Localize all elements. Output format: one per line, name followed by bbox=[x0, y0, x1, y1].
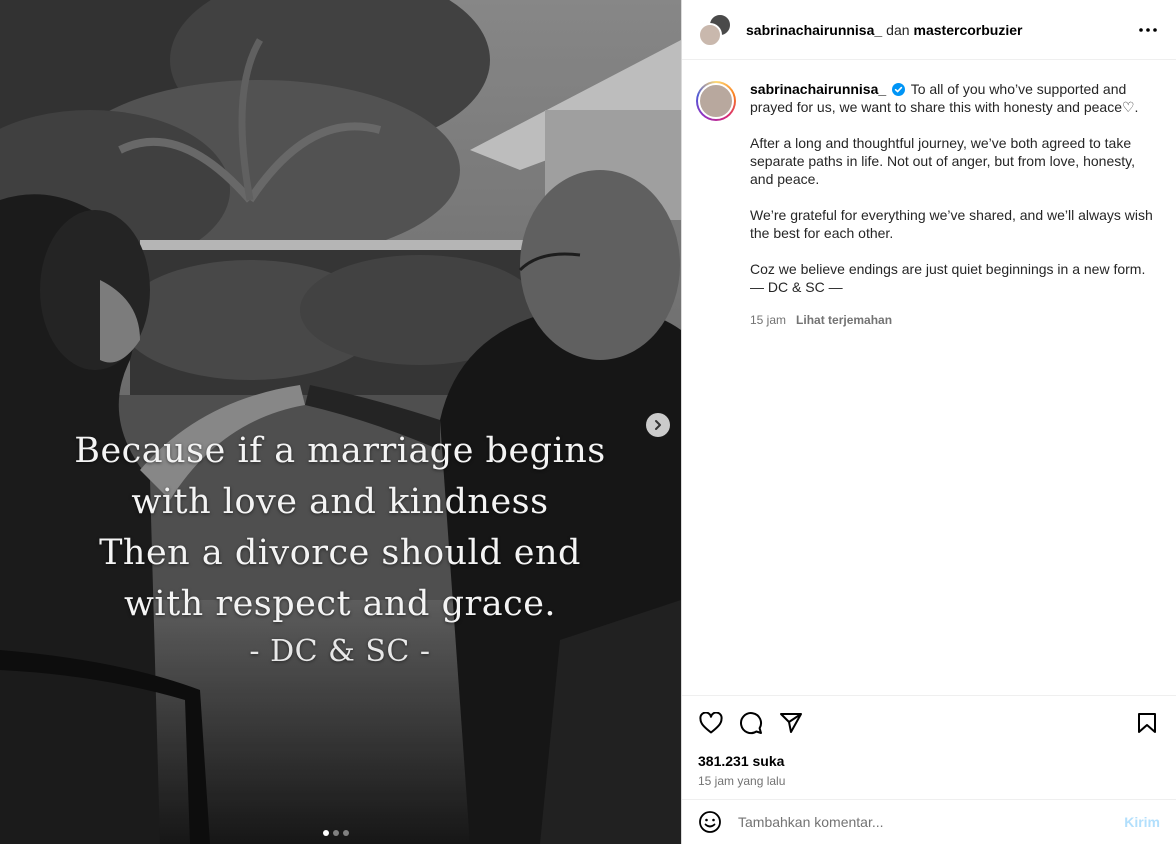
avatar[interactable] bbox=[698, 22, 722, 47]
caption-text: sabrinachairunnisa_ To all of you who’ve… bbox=[750, 80, 1160, 329]
caption-signature: — DC & SC — bbox=[750, 279, 843, 295]
save-button[interactable] bbox=[1134, 710, 1160, 736]
carousel-next-button[interactable] bbox=[646, 413, 670, 437]
quote-line: with love and kindness bbox=[131, 482, 549, 522]
collab-avatars[interactable] bbox=[698, 12, 732, 47]
emoji-icon[interactable] bbox=[698, 810, 722, 834]
quote-signature: - DC & SC - bbox=[249, 634, 431, 669]
caption-age[interactable]: 15 jam bbox=[750, 313, 786, 327]
see-translation-link[interactable]: Lihat terjemahan bbox=[796, 313, 892, 327]
chevron-right-icon bbox=[655, 420, 661, 430]
avatar bbox=[698, 83, 734, 119]
quote-line: Because if a marriage begins bbox=[74, 431, 606, 471]
post-media[interactable]: Because if a marriage begins with love a… bbox=[0, 0, 681, 844]
share-button[interactable] bbox=[778, 710, 804, 736]
caption-paragraph: We’re grateful for everything we’ve shar… bbox=[750, 207, 1153, 241]
more-horizontal-icon bbox=[1139, 27, 1157, 32]
bookmark-icon bbox=[1138, 713, 1156, 733]
collab-names: sabrinachairunnisa_ dan mastercorbuzier bbox=[746, 22, 1022, 38]
heart-icon bbox=[699, 712, 723, 734]
carousel-dot bbox=[343, 830, 349, 836]
carousel-dot bbox=[333, 830, 339, 836]
comment-icon bbox=[740, 712, 763, 735]
comment-composer: Kirim bbox=[682, 799, 1176, 844]
action-row bbox=[698, 710, 1160, 736]
carousel-dot-active bbox=[323, 830, 329, 836]
connector-text: dan bbox=[886, 21, 910, 38]
share-icon bbox=[780, 713, 802, 733]
more-options-button[interactable] bbox=[1136, 18, 1160, 42]
quote-line: Then a divorce should end bbox=[99, 533, 581, 573]
comment-button[interactable] bbox=[738, 710, 764, 736]
post-side-panel: sabrinachairunnisa_ dan mastercorbuzier sa… bbox=[681, 0, 1176, 844]
post-header: sabrinachairunnisa_ dan mastercorbuzier bbox=[682, 0, 1176, 60]
actions-section: 381.231 suka 15 jam yang lalu bbox=[682, 695, 1176, 788]
comment-input[interactable] bbox=[738, 814, 1117, 830]
quote-overlay: Because if a marriage begins with love a… bbox=[40, 426, 640, 674]
caption: sabrinachairunnisa_ To all of you who’ve… bbox=[682, 60, 1176, 329]
post-comment-button[interactable]: Kirim bbox=[1124, 814, 1160, 830]
post-timestamp[interactable]: 15 jam yang lalu bbox=[698, 774, 1160, 788]
caption-meta: 15 jam Lihat terjemahan bbox=[750, 311, 1160, 329]
caption-paragraph: After a long and thoughtful journey, we’… bbox=[750, 135, 1135, 187]
caption-username[interactable]: sabrinachairunnisa_ bbox=[750, 81, 886, 97]
caption-paragraph: Coz we believe endings are just quiet be… bbox=[750, 261, 1146, 277]
username-link[interactable]: sabrinachairunnisa_ bbox=[746, 22, 882, 38]
like-button[interactable] bbox=[698, 710, 724, 736]
post-photo bbox=[0, 0, 681, 844]
story-ring-avatar[interactable] bbox=[696, 81, 736, 121]
like-count[interactable]: 381.231 suka bbox=[698, 753, 1160, 769]
carousel-indicator bbox=[323, 830, 349, 836]
username-link[interactable]: mastercorbuzier bbox=[914, 22, 1023, 38]
verified-badge-icon bbox=[892, 83, 906, 96]
quote-line: with respect and grace. bbox=[123, 584, 557, 624]
